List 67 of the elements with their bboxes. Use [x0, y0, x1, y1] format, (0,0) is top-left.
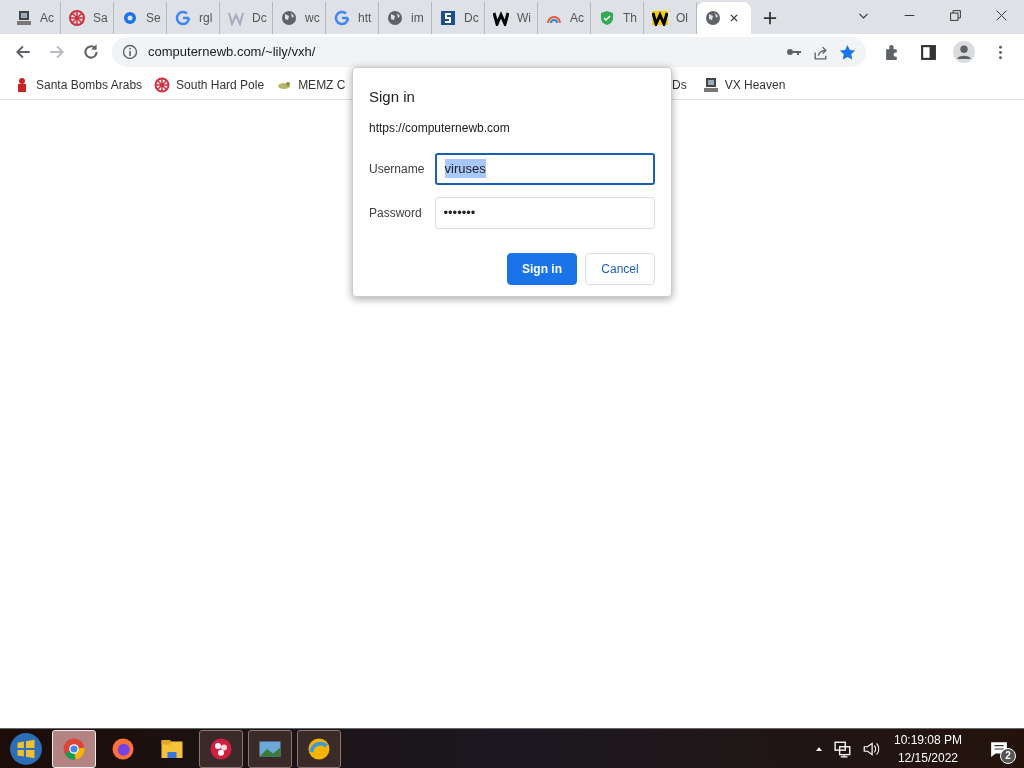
- tab-title: Ac: [40, 10, 54, 27]
- computer-icon: [702, 76, 719, 93]
- snowflake-icon: [154, 76, 171, 93]
- taskbar-button[interactable]: [199, 729, 243, 768]
- bookmark-item[interactable]: Santa Bombs Arabs: [14, 75, 143, 94]
- clock-date: 12/15/2022: [897, 749, 958, 767]
- google-icon: [175, 10, 191, 26]
- clock[interactable]: 10:19:08 PM 12/15/2022: [889, 730, 966, 767]
- google-icon: [334, 10, 350, 26]
- w-letter-icon: [652, 10, 668, 26]
- start-orb-icon[interactable]: [9, 731, 43, 766]
- side-panel-icon[interactable]: [919, 43, 937, 61]
- tab-title: Dc: [464, 10, 479, 27]
- tab-title: Ol: [676, 10, 688, 27]
- tab-title: Se: [146, 10, 161, 27]
- globe-icon: [387, 10, 403, 26]
- browser-icon: [307, 736, 331, 761]
- chrome-icon: [62, 736, 86, 761]
- tab-title: Sa: [93, 10, 108, 27]
- bookmark-item[interactable]: Ds: [672, 75, 687, 94]
- taskbar-button[interactable]: [297, 729, 341, 768]
- info-icon: [122, 44, 138, 60]
- restore-icon[interactable]: [948, 8, 962, 22]
- w-letter-icon: [228, 10, 244, 26]
- gear-icon: [122, 10, 138, 26]
- s-logo-icon: [440, 10, 456, 26]
- field-label: Username: [369, 160, 426, 178]
- tab-title: Ac: [570, 10, 584, 27]
- firefox-icon: [111, 736, 135, 761]
- globe-icon: [281, 10, 297, 26]
- tab-title: Wi: [517, 10, 531, 27]
- globe-icon: [705, 10, 721, 26]
- tab-title: Th: [623, 10, 637, 27]
- reload-icon[interactable]: [82, 43, 100, 61]
- back-icon[interactable]: [14, 43, 32, 61]
- input-field[interactable]: •••••••: [434, 196, 655, 229]
- cancel-button[interactable]: Cancel: [585, 252, 655, 285]
- tab-title: wc: [305, 10, 320, 27]
- snowflake-icon: [69, 10, 85, 26]
- close-icon[interactable]: [729, 13, 739, 23]
- computer-icon: [16, 10, 32, 26]
- star-icon[interactable]: [839, 43, 856, 61]
- sign-in-button[interactable]: Sign in: [507, 252, 577, 285]
- close-icon[interactable]: [994, 8, 1008, 22]
- tab-title: Dc: [252, 10, 267, 27]
- w-letter-icon: [493, 10, 509, 26]
- dialog-title: Sign in: [369, 87, 416, 107]
- profile-icon[interactable]: [953, 41, 975, 63]
- tab-title: htt: [358, 10, 372, 27]
- tab-title: rgl: [199, 10, 213, 27]
- url-text: computernewb.com/~lily/vxh/: [148, 43, 316, 62]
- tab-title: im: [411, 10, 424, 27]
- site-origin: https://computernewb.com: [369, 119, 511, 137]
- speaker-icon[interactable]: [861, 739, 880, 758]
- clock-time: 10:19:08 PM: [893, 731, 962, 749]
- taskbar-button[interactable]: [248, 729, 292, 768]
- input-field[interactable]: viruses: [434, 152, 655, 185]
- bookmark-item[interactable]: South Hard Pole: [154, 75, 265, 94]
- new-tab-icon[interactable]: [763, 11, 777, 25]
- network-icon[interactable]: [833, 739, 852, 758]
- shield-icon: [599, 10, 615, 26]
- bookmark-item[interactable]: MEMZ C: [276, 75, 346, 94]
- field-label: Password: [369, 204, 423, 222]
- flower-icon: [209, 736, 233, 761]
- bookmark-item[interactable]: VX Heaven: [702, 75, 786, 94]
- address-bar[interactable]: computernewb.com/~lily/vxh/: [112, 37, 866, 67]
- browser-tab[interactable]: [697, 2, 751, 34]
